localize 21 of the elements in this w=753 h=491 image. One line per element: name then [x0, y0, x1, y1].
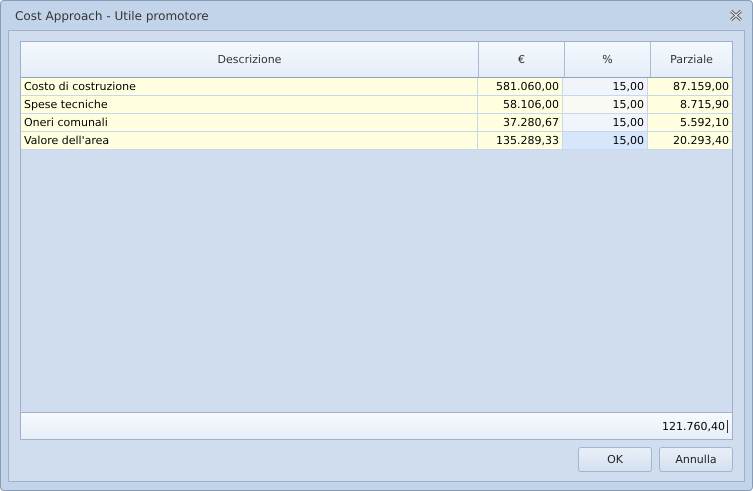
column-header[interactable]: Descrizione [21, 42, 479, 77]
column-header[interactable]: % [565, 42, 651, 77]
table-cell[interactable]: 15,00 [563, 114, 648, 131]
column-header[interactable]: € [479, 42, 565, 77]
ok-button[interactable]: OK [578, 447, 652, 472]
table-cell-text: 5.592,10 [679, 115, 730, 131]
table-cell-text: 8.715,90 [679, 97, 730, 113]
table-cell: Valore dell'area [21, 132, 478, 149]
column-header[interactable]: Parziale [651, 42, 732, 77]
table-cell-text: 87.159,00 [672, 79, 730, 95]
total-value: 121.760,40 [662, 420, 728, 432]
table-cell[interactable]: 15,00 [563, 78, 648, 95]
window-title: Cost Approach - Utile promotore [15, 8, 209, 22]
cancel-button[interactable]: Annulla [659, 447, 733, 472]
table-cell-text: 20.293,40 [672, 133, 730, 149]
table-cell[interactable]: 15,00 [563, 96, 648, 113]
close-icon[interactable] [730, 10, 742, 21]
table-cell: Costo di costruzione [21, 78, 478, 95]
table-cell: Oneri comunali [21, 114, 478, 131]
table-cell: Spese tecniche [21, 96, 478, 113]
table-cell[interactable]: 15,00 [563, 132, 648, 149]
